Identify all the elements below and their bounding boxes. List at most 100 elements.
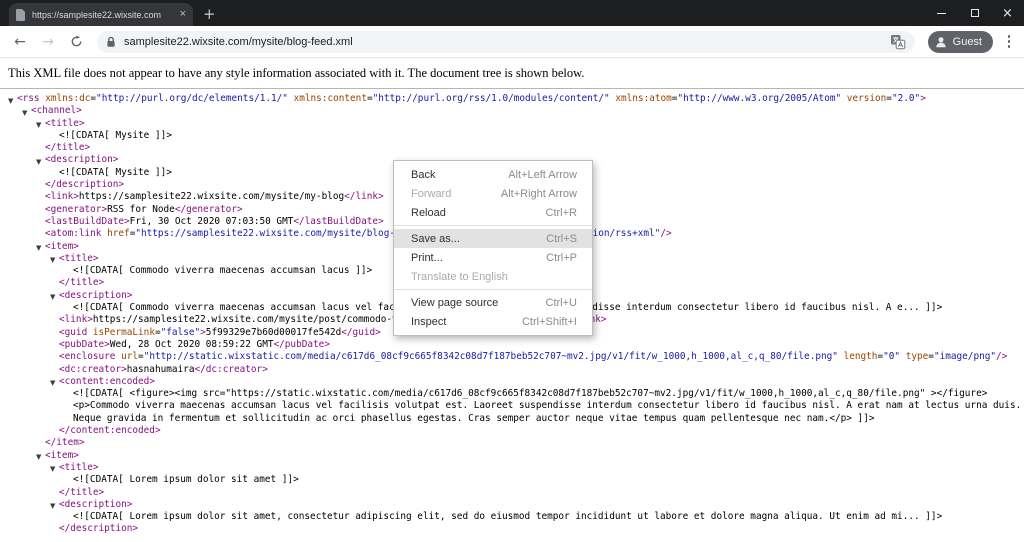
guest-profile-button[interactable]: Guest bbox=[927, 30, 993, 53]
menu-item-shortcut: Ctrl+S bbox=[546, 232, 577, 245]
xml-line: <![CDATA[ Lorem ipsum dolor sit amet ]]> bbox=[0, 474, 1024, 486]
xml-token-tag: </title> bbox=[59, 277, 105, 289]
close-button[interactable]: × bbox=[991, 0, 1024, 26]
menu-item-save-as[interactable]: Save as... Ctrl+S bbox=[394, 229, 592, 248]
lock-icon bbox=[107, 36, 115, 47]
xml-token-val: "false" bbox=[160, 326, 201, 338]
omnibox[interactable]: samplesite22.wixsite.com/mysite/blog-fee… bbox=[97, 30, 915, 53]
menu-item-shortcut: Alt+Right Arrow bbox=[500, 187, 577, 200]
xml-token-tag: /> bbox=[996, 351, 1008, 363]
xml-token-val: "http://www.w3.org/2005/Atom" bbox=[677, 93, 842, 104]
xml-token-val: "image/png" bbox=[933, 351, 997, 363]
window-controls: × bbox=[925, 0, 1024, 26]
xml-token-tag: <guid bbox=[59, 326, 88, 338]
xml-token-tag: <description> bbox=[59, 289, 133, 301]
xml-line: <pubDate>Wed, 28 Oct 2020 08:59:22 GMT</… bbox=[0, 339, 1024, 351]
xml-line: ▼ <rss xmlns:dc="http://purl.org/dc/eleme… bbox=[0, 93, 1024, 105]
xml-token-tag: <description> bbox=[59, 498, 133, 510]
xml-token-tag: <description> bbox=[45, 154, 119, 166]
xml-token-text: Wed, 28 Oct 2020 08:59:22 GMT bbox=[109, 338, 274, 350]
xml-token-tag: </generator> bbox=[174, 203, 243, 215]
guest-avatar-icon bbox=[935, 36, 946, 47]
more-menu-button[interactable] bbox=[1000, 30, 1018, 54]
xml-token-text: <![CDATA[ <figure><img src="https://stat… bbox=[73, 388, 1022, 424]
translate-icon bbox=[890, 34, 905, 49]
forward-button[interactable]: → bbox=[36, 30, 60, 54]
menu-separator bbox=[394, 289, 592, 290]
xml-token-tag: </content:encoded> bbox=[59, 425, 161, 437]
tab-favicon-icon bbox=[16, 8, 26, 21]
new-tab-button[interactable]: + bbox=[203, 7, 216, 22]
titlebar: https://samplesite22.wixsite.com × + × bbox=[0, 0, 1024, 26]
xml-token-tag: </lastBuildDate> bbox=[293, 215, 384, 227]
xml-token-tag: </link> bbox=[344, 191, 384, 203]
translate-button[interactable] bbox=[890, 34, 906, 50]
menu-item-label: Print... bbox=[411, 251, 443, 264]
xml-token-tag: <item> bbox=[45, 449, 79, 461]
xml-token-tag: <enclosure bbox=[59, 351, 116, 363]
menu-item-shortcut: Ctrl+U bbox=[545, 296, 577, 309]
tab-close-icon[interactable]: × bbox=[180, 9, 186, 20]
xml-token-text: hasnahumaira bbox=[126, 363, 195, 375]
menu-item-translate[interactable]: Translate to English bbox=[394, 267, 592, 286]
menu-item-forward[interactable]: Forward Alt+Right Arrow bbox=[394, 184, 592, 203]
menu-item-back[interactable]: Back Alt+Left Arrow bbox=[394, 165, 592, 184]
xml-line: <dc:creator>hasnahumaira</dc:creator> bbox=[0, 364, 1024, 376]
xml-token-text: RSS for Node bbox=[107, 203, 175, 215]
close-icon: × bbox=[1002, 5, 1013, 21]
xml-token-text: <![CDATA[ Commodo viverra maecenas accum… bbox=[73, 265, 373, 277]
xml-token-text: https://samplesite22.wixsite.com/mysite/… bbox=[78, 191, 345, 203]
browser-tab[interactable]: https://samplesite22.wixsite.com × bbox=[9, 3, 193, 26]
xml-line: ▼ <channel> bbox=[0, 105, 1024, 117]
xml-token-text: <![CDATA[ Lorem ipsum dolor sit amet, co… bbox=[73, 511, 943, 523]
menu-item-label: Translate to English bbox=[411, 270, 508, 283]
menu-item-label: Inspect bbox=[411, 315, 447, 328]
xml-line: </item> bbox=[0, 437, 1024, 449]
xml-token-val: "http://purl.org/rss/1.0/modules/content… bbox=[372, 93, 610, 104]
context-menu: Back Alt+Left Arrow Forward Alt+Right Ar… bbox=[393, 160, 593, 336]
xml-token-tag: <pubDate> bbox=[59, 338, 110, 350]
xml-token-tag: </pubDate> bbox=[273, 338, 330, 350]
xml-token-tag: <rss bbox=[17, 93, 40, 104]
maximize-button[interactable] bbox=[958, 0, 991, 26]
xml-token-text: Fri, 30 Oct 2020 07:03:50 GMT bbox=[129, 215, 294, 227]
back-button[interactable]: ← bbox=[8, 30, 32, 54]
back-icon: ← bbox=[14, 33, 26, 50]
menu-item-shortcut: Ctrl+Shift+I bbox=[521, 315, 577, 328]
xml-token-val: "http://purl.org/dc/elements/1.1/" bbox=[96, 93, 288, 104]
reload-icon bbox=[71, 35, 81, 47]
xml-line: <![CDATA[ Lorem ipsum dolor sit amet, co… bbox=[0, 511, 1024, 523]
xml-token-attr: xmlns:atom bbox=[609, 93, 672, 104]
minimize-button[interactable] bbox=[925, 0, 958, 26]
xml-token-tag: </description> bbox=[45, 179, 125, 191]
xml-line: <enclosure url="http://static.wixstatic.… bbox=[0, 351, 1024, 363]
xml-line: ▼ <content:encoded> bbox=[0, 376, 1024, 388]
xml-token-text: <![CDATA[ Lorem ipsum dolor sit amet ]]> bbox=[73, 474, 299, 486]
xml-line: ▼ <description> bbox=[0, 499, 1024, 511]
reload-button[interactable] bbox=[64, 30, 88, 54]
menu-item-reload[interactable]: Reload Ctrl+R bbox=[394, 203, 592, 222]
tab-title: https://samplesite22.wixsite.com bbox=[32, 9, 162, 20]
menu-item-view-source[interactable]: View page source Ctrl+U bbox=[394, 293, 592, 312]
xml-token-attr: length bbox=[837, 351, 878, 363]
xml-line: <![CDATA[ <figure><img src="https://stat… bbox=[0, 388, 1024, 425]
menu-item-shortcut: Alt+Left Arrow bbox=[508, 168, 577, 181]
xml-token-tag: </title> bbox=[59, 486, 105, 498]
xml-token-attr: isPermaLink bbox=[87, 326, 155, 338]
xml-token-tag: <dc:creator> bbox=[59, 363, 127, 375]
xml-token-tag: </item> bbox=[45, 437, 85, 449]
xml-token-tag: <title> bbox=[59, 461, 99, 473]
xml-token-attr: version bbox=[841, 93, 887, 104]
xml-token-tag: <link> bbox=[45, 191, 79, 203]
xml-token-attr: xmlns:dc bbox=[39, 93, 91, 104]
menu-item-inspect[interactable]: Inspect Ctrl+Shift+I bbox=[394, 312, 592, 331]
menu-item-label: Reload bbox=[411, 206, 446, 219]
xml-line: </content:encoded> bbox=[0, 425, 1024, 437]
menu-item-label: Forward bbox=[411, 187, 452, 200]
xml-token-tag: <link> bbox=[59, 314, 93, 326]
xml-token-val: "2.0" bbox=[891, 93, 921, 104]
menu-separator bbox=[394, 225, 592, 226]
xml-token-tag: <generator> bbox=[45, 203, 108, 215]
xml-token-tag: </guid> bbox=[341, 326, 381, 338]
menu-item-print[interactable]: Print... Ctrl+P bbox=[394, 248, 592, 267]
